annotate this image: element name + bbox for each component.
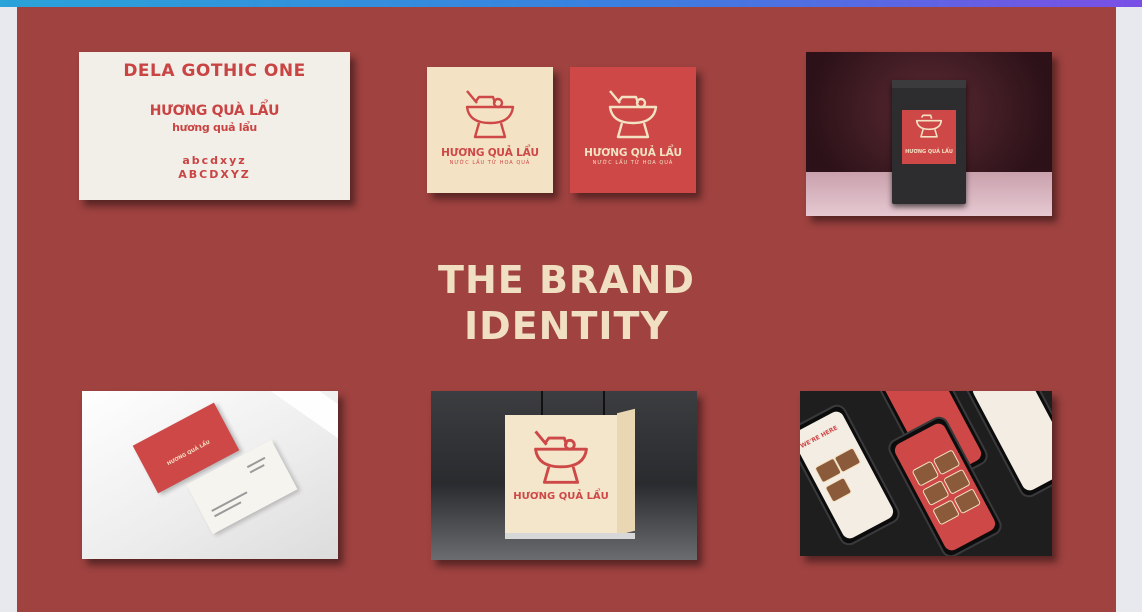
lightbox-label: HƯƠNG QUẢ LẨU — [513, 491, 609, 502]
logo-name-red: HƯƠNG QUẢ LẨU — [584, 147, 682, 159]
mobile-app-mockup: WE'RE HERE — [800, 391, 1052, 556]
uppercase-sample: ABCDXYZ — [178, 168, 251, 181]
title-line-1: THE BRAND — [438, 258, 695, 302]
logo-tagline-cream: NƯỚC LẨU TỪ HOA QUẢ — [449, 160, 531, 166]
lowercase-sample: abcdxyz — [182, 154, 247, 167]
bag-seal — [892, 80, 966, 88]
hotpot-icon — [465, 90, 515, 139]
bag-label: HƯƠNG QUẢ LẨU — [902, 110, 956, 164]
welcome-text: WE'RE HERE — [800, 424, 839, 451]
bag-label-text: HƯƠNG QUẢ LẨU — [905, 149, 953, 155]
logo-tile-cream: HƯƠNG QUẢ LẨU NƯỚC LẨU TỪ HOA QUẢ — [427, 67, 553, 193]
lightbox-base — [505, 533, 635, 539]
lightbox-sign-mockup: HƯƠNG QUẢ LẨU — [431, 391, 697, 560]
logo-tile-red: HƯƠNG QUẢ LẨU NƯỚC LẨU TỪ HOA QUẢ — [570, 67, 696, 193]
business-card-mockup: HƯƠNG QUẢ LẨU — [82, 391, 338, 559]
hanging-wire — [603, 391, 605, 415]
food-thumbnail — [824, 476, 853, 503]
logo-name-cream: HƯƠNG QUẢ LẨU — [441, 147, 539, 159]
lightbox-front: HƯƠNG QUẢ LẨU — [505, 415, 617, 533]
slide-title: THE BRAND IDENTITY — [17, 257, 1116, 349]
card-text-line — [214, 501, 242, 518]
phone-screen: WE'RE HERE — [800, 408, 896, 542]
packaging-mockup: HƯƠNG QUẢ LẨU — [806, 52, 1052, 216]
hanging-wire — [541, 391, 543, 415]
lightbox-side — [617, 408, 635, 536]
brand-name-specimen: HƯƠNG QUÀ LẨU — [149, 103, 280, 119]
hotpot-icon — [915, 114, 943, 138]
logo-tagline-red: NƯỚC LẨU TỪ HOA QUẢ — [592, 160, 674, 166]
phone-right — [884, 413, 1006, 556]
hotpot-icon — [534, 430, 588, 484]
font-name: DELA GOTHIC ONE — [123, 61, 306, 81]
brand-identity-slide: DELA GOTHIC ONE HƯƠNG QUÀ LẨU hương quả … — [17, 7, 1116, 612]
phone-screen — [970, 391, 1052, 494]
hotpot-icon — [608, 90, 658, 139]
title-line-2: IDENTITY — [464, 304, 669, 348]
phone-left: WE'RE HERE — [800, 401, 904, 549]
typography-specimen-card: DELA GOTHIC ONE HƯƠNG QUÀ LẨU hương quả … — [79, 52, 350, 200]
brand-name-lower-specimen: hương quả lẩu — [172, 121, 257, 134]
phone-screen — [892, 420, 998, 554]
packaging-bag: HƯƠNG QUẢ LẨU — [892, 80, 966, 204]
browser-top-bar — [0, 0, 1142, 7]
